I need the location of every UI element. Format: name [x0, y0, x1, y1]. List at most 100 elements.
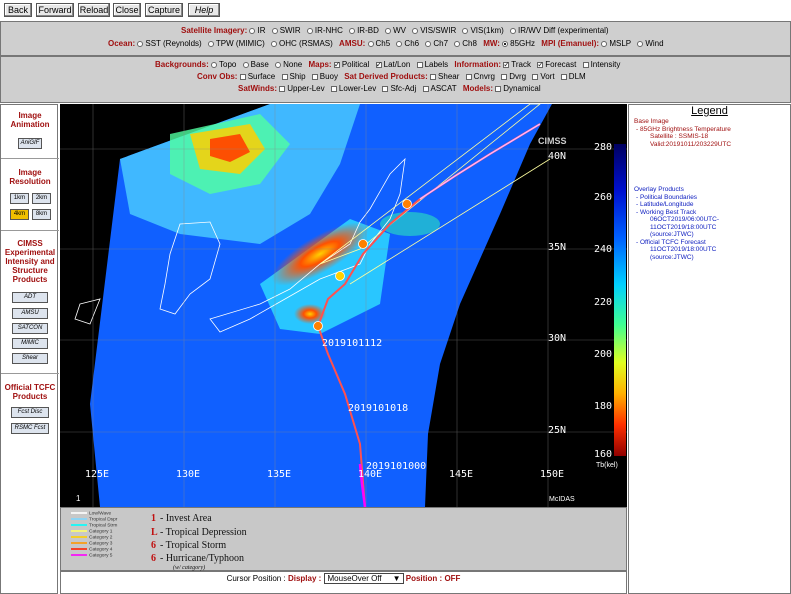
amsu-ch7[interactable]: Ch7: [425, 38, 448, 49]
imagery-irwv-diff[interactable]: IR/WV Diff (experimental): [510, 25, 609, 36]
mpi-mslp[interactable]: MSLP: [601, 38, 631, 49]
imagery-wv[interactable]: WV: [385, 25, 406, 36]
amsu-ch6[interactable]: Ch6: [396, 38, 419, 49]
display-select-value: MouseOver Off: [327, 574, 382, 583]
colorbar: [614, 144, 626, 456]
option-label: Dvrg: [509, 72, 527, 81]
lon-label-150e: 150E: [540, 469, 564, 480]
imagery-vis-1km[interactable]: VIS(1km): [462, 25, 504, 36]
satellite-map[interactable]: 125E 130E 135E 140E 145E 150E 40N 35N 30…: [60, 104, 627, 507]
sd-dvrg[interactable]: Dvrg: [501, 71, 526, 82]
res-4km-button[interactable]: 4km: [10, 209, 29, 220]
help-button[interactable]: Help: [188, 3, 220, 17]
anigif-button[interactable]: AniGIF: [18, 138, 42, 149]
legend-panel: Legend Base Image - 85GHz Brightness Tem…: [628, 104, 791, 594]
back-button[interactable]: Back: [4, 3, 32, 17]
overlay-block: Overlay Products - Political Boundaries …: [634, 186, 719, 261]
forward-button[interactable]: Forward: [36, 3, 74, 17]
cimss-logo: CIMSS: [538, 136, 567, 146]
animation-title: Image Animation: [10, 111, 50, 129]
map-latlon[interactable]: Lat/Lon: [375, 59, 410, 70]
checkbox-icon: [560, 74, 567, 80]
imagery-label: Satellite Imagery:: [181, 26, 248, 35]
info-intensity[interactable]: Intensity: [582, 59, 620, 70]
imagery-vis-swir[interactable]: VIS/SWIR: [412, 25, 456, 36]
res-1km-button[interactable]: 1km: [10, 193, 29, 204]
imagery-ir-bd[interactable]: IR-BD: [349, 25, 379, 36]
storm-symbol[interactable]: [313, 321, 323, 331]
amsu-ch5[interactable]: Ch5: [367, 38, 390, 49]
sw-upper[interactable]: Upper-Lev: [279, 83, 325, 94]
map-labels[interactable]: Labels: [416, 59, 448, 70]
imagery-swir[interactable]: SWIR: [271, 25, 301, 36]
lat-label-40n: 40N: [548, 151, 566, 162]
satcon-button[interactable]: SATCON: [12, 323, 48, 334]
storm-symbol[interactable]: [358, 239, 368, 249]
mpi-wind[interactable]: Wind: [637, 38, 664, 49]
sw-lower[interactable]: Lower-Lev: [330, 83, 376, 94]
rsmc-fcst-button[interactable]: RSMC Fcst: [11, 423, 49, 434]
reload-button[interactable]: Reload: [78, 3, 110, 17]
sw-ascat[interactable]: ASCAT: [422, 83, 457, 94]
checkbox-icon: [382, 86, 389, 92]
capture-button[interactable]: Capture: [145, 3, 183, 17]
map-political[interactable]: Political: [333, 59, 369, 70]
display-label: Display :: [287, 574, 322, 583]
bg-base[interactable]: Base: [242, 59, 269, 70]
adt-button[interactable]: ADT: [12, 292, 48, 303]
obs-buoy[interactable]: Buoy: [311, 71, 338, 82]
amsu-ch8[interactable]: Ch8: [454, 38, 477, 49]
info-forecast[interactable]: Forecast: [537, 59, 576, 70]
position-label: Position :: [405, 574, 443, 583]
imagery-ir-nhc[interactable]: IR-NHC: [306, 25, 343, 36]
satderived-label: Sat Derived Products:: [344, 72, 428, 81]
fcst-disc-button[interactable]: Fcst Disc: [11, 407, 49, 418]
option-label: MSLP: [609, 39, 632, 48]
sd-cnvrg[interactable]: Cnvrg: [465, 71, 495, 82]
radio-icon: [462, 28, 469, 34]
sd-shear[interactable]: Shear: [430, 71, 459, 82]
bg-topo[interactable]: Topo: [211, 59, 236, 70]
obs-surface[interactable]: Surface: [239, 71, 276, 82]
storm-symbol[interactable]: [402, 199, 412, 209]
option-label: Upper-Lev: [287, 84, 325, 93]
ocean-ohc[interactable]: OHC (RSMAS): [271, 38, 333, 49]
option-label: IR/WV Diff (experimental): [518, 26, 609, 35]
overlay-line: 11OCT2019/18:00UTC: [650, 223, 717, 231]
res-8km-button[interactable]: 8km: [32, 209, 51, 220]
amsu-button[interactable]: AMSU: [12, 308, 48, 319]
mimic-button[interactable]: MIMIC: [12, 338, 48, 349]
map-svg: 125E 130E 135E 140E 145E 150E 40N 35N 30…: [60, 104, 627, 507]
option-label: Surface: [247, 72, 276, 81]
storm-symbol[interactable]: [335, 271, 345, 281]
mw-85ghz[interactable]: 85GHz: [502, 38, 535, 49]
sd-vort[interactable]: Vort: [532, 71, 555, 82]
info-track[interactable]: Track: [503, 59, 531, 70]
ocean-sst[interactable]: SST (Reynolds): [137, 38, 202, 49]
res-2km-button[interactable]: 2km: [32, 193, 51, 204]
option-label: IR-BD: [357, 26, 379, 35]
base-line: - 85GHz Brightness Temperature: [636, 125, 731, 133]
lon-label-145e: 145E: [449, 469, 473, 480]
close-button[interactable]: Close: [113, 3, 141, 17]
imagery-ir[interactable]: IR: [249, 25, 265, 36]
shear-button[interactable]: Shear: [12, 353, 48, 364]
ocean-tpw[interactable]: TPW (MIMIC): [207, 38, 265, 49]
obs-ship[interactable]: Ship: [281, 71, 306, 82]
display-select[interactable]: MouseOver Off ▼: [323, 573, 404, 584]
option-label: Forecast: [545, 60, 577, 69]
models-dynamical[interactable]: Dynamical: [495, 83, 541, 94]
option-label: Topo: [219, 60, 237, 69]
base-image-block: Base Image - 85GHz Brightness Temperatur…: [634, 118, 731, 148]
convobs-label: Conv Obs:: [197, 72, 238, 81]
radio-icon: [349, 28, 356, 34]
checkbox-icon: [422, 86, 429, 92]
sw-sfcadj[interactable]: Sfc-Adj: [382, 83, 416, 94]
bg-none[interactable]: None: [275, 59, 302, 70]
checkbox-checked-icon: [537, 59, 544, 70]
legend-line-label: Tropical Strm: [89, 523, 117, 529]
lat-label-30n: 30N: [548, 333, 566, 344]
sd-dlm[interactable]: DLM: [560, 71, 586, 82]
category-note: (w/ category): [173, 564, 205, 571]
legend-line-label: Category 5: [89, 553, 113, 559]
